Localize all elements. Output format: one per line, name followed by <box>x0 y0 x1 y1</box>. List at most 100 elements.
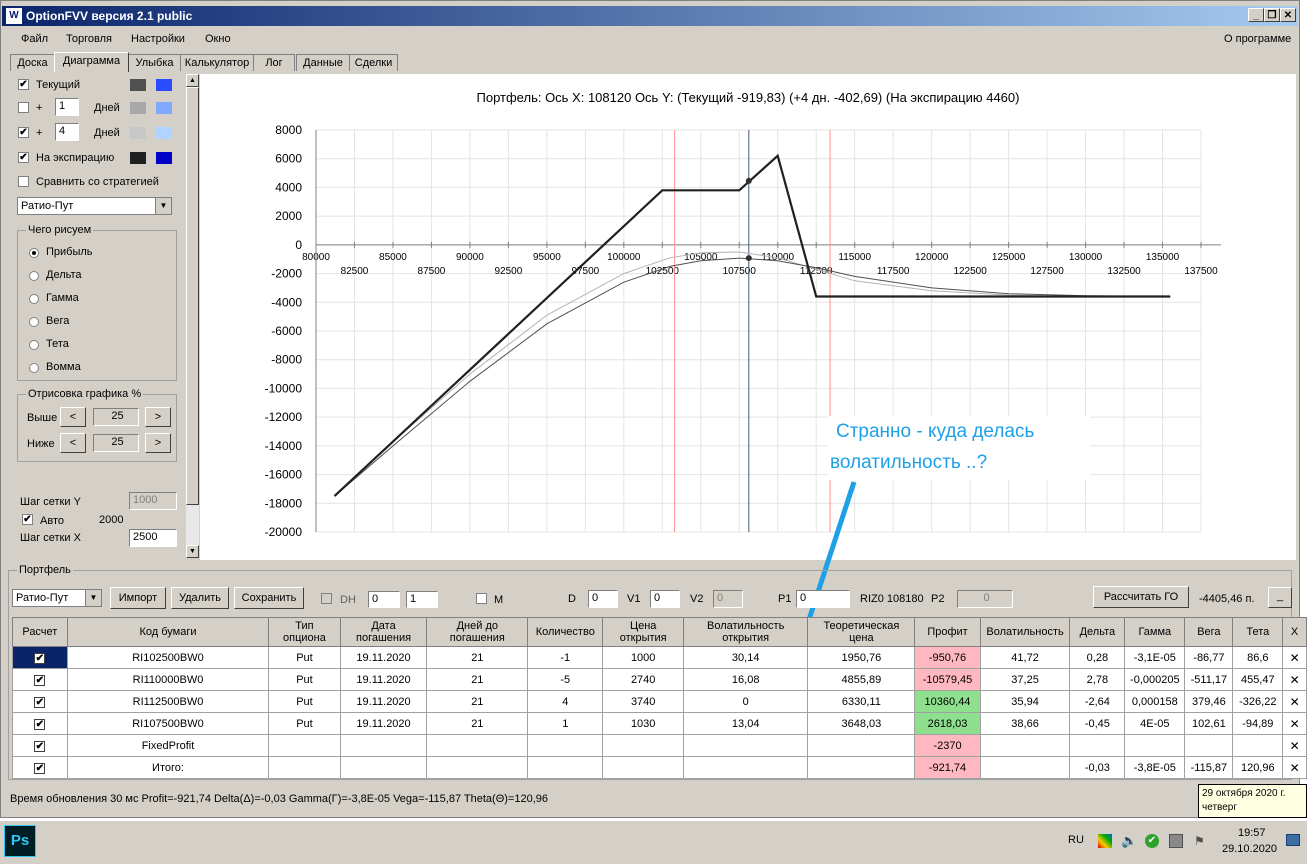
above-decrease-button[interactable]: < <box>60 407 86 427</box>
calc-checkbox[interactable]: ✔ <box>34 762 46 774</box>
column-header[interactable]: Волатильность <box>979 617 1071 647</box>
cell-delta[interactable]: -2,64 <box>1069 690 1126 713</box>
collapse-button[interactable]: _ <box>1268 587 1292 608</box>
m-checkbox[interactable] <box>476 593 487 604</box>
clock-date[interactable]: 29.10.2020 <box>1222 843 1277 855</box>
cell-qty[interactable]: 4 <box>527 690 604 713</box>
restore-button[interactable]: ❐ <box>1264 8 1280 22</box>
import-button[interactable]: Импорт <box>110 587 166 609</box>
below-value[interactable]: 25 <box>93 434 139 452</box>
cell-theo[interactable]: 1950,76 <box>807 646 916 669</box>
cell-date[interactable] <box>339 756 428 779</box>
cell-delta[interactable] <box>1069 734 1126 757</box>
cell-vol[interactable]: 41,72 <box>979 646 1071 669</box>
dh-spinner-1[interactable]: 0 <box>368 591 400 608</box>
above-increase-button[interactable]: > <box>145 407 171 427</box>
p1-input[interactable]: 0 <box>796 590 850 608</box>
tab-calculator[interactable]: Калькулятор <box>180 54 254 71</box>
cell-gamma[interactable]: -3,8E-05 <box>1124 756 1186 779</box>
left-panel-scrollbar[interactable]: ▲ ▼ <box>186 74 199 558</box>
language-indicator[interactable]: RU <box>1068 834 1084 846</box>
cell-code[interactable]: Итого: <box>66 756 270 779</box>
cell-type[interactable] <box>268 756 341 779</box>
table-row[interactable]: ✔ FixedProfit -2370 ✕ <box>12 734 1307 757</box>
menu-file[interactable]: Файл <box>21 33 48 45</box>
cell-type[interactable]: Put <box>268 668 341 691</box>
column-header[interactable]: Теоретическая цена <box>807 617 916 647</box>
cell-code[interactable]: RI102500BW0 <box>66 646 270 669</box>
menu-window[interactable]: Окно <box>205 33 231 45</box>
cell-vol[interactable]: 38,66 <box>979 712 1071 735</box>
radio-theta[interactable] <box>29 340 39 350</box>
cell-profit[interactable]: 2618,03 <box>914 712 981 735</box>
cell-price[interactable]: 3740 <box>602 690 684 713</box>
expiry-checkbox[interactable]: ✔ <box>18 152 29 163</box>
cell-vol[interactable] <box>979 734 1071 757</box>
calc-cell[interactable]: ✔ <box>12 734 68 757</box>
remove-row-button[interactable]: ✕ <box>1282 756 1307 779</box>
title-bar[interactable]: W OptionFVV версия 2.1 public _ ❐ ✕ <box>2 6 1298 26</box>
flag-tray-icon[interactable]: ⚑ <box>1194 833 1208 849</box>
cell-theta[interactable]: -94,89 <box>1232 712 1284 735</box>
column-header[interactable]: Код бумаги <box>66 617 270 647</box>
current-color-2[interactable] <box>156 79 172 91</box>
close-button[interactable]: ✕ <box>1280 8 1296 22</box>
column-header[interactable]: Волатильность открытия <box>682 617 809 647</box>
compare-checkbox[interactable] <box>18 176 29 187</box>
cell-vol_open[interactable] <box>682 734 809 757</box>
radio-delta[interactable] <box>29 271 39 281</box>
column-header[interactable]: Тета <box>1232 617 1284 647</box>
security-tray-icon[interactable]: ✔ <box>1145 834 1159 848</box>
scroll-down-icon[interactable]: ▼ <box>186 545 199 558</box>
calc-cell[interactable]: ✔ <box>12 690 68 713</box>
speaker-tray-icon[interactable]: 🔈 <box>1121 833 1137 849</box>
calc-checkbox[interactable]: ✔ <box>34 718 46 730</box>
grid-y-input[interactable]: 1000 <box>129 492 177 510</box>
column-header[interactable]: Расчет <box>12 617 68 647</box>
remove-row-button[interactable]: ✕ <box>1282 668 1307 691</box>
cell-vega[interactable] <box>1184 734 1234 757</box>
cell-theta[interactable]: 455,47 <box>1232 668 1284 691</box>
cell-gamma[interactable] <box>1124 734 1186 757</box>
cell-code[interactable]: RI110000BW0 <box>66 668 270 691</box>
column-header[interactable]: Профит <box>914 617 981 647</box>
tab-data[interactable]: Данные <box>296 54 350 71</box>
days1-input[interactable]: 1 <box>55 98 79 116</box>
calculate-go-button[interactable]: Рассчитать ГО <box>1093 586 1189 608</box>
network-tray-icon[interactable] <box>1169 834 1183 848</box>
calc-checkbox[interactable]: ✔ <box>34 740 46 752</box>
cell-type[interactable]: Put <box>268 712 341 735</box>
cell-vega[interactable]: -86,77 <box>1184 646 1234 669</box>
cell-vega[interactable]: -511,17 <box>1184 668 1234 691</box>
tab-log[interactable]: Лог <box>253 54 295 71</box>
cell-profit[interactable]: -10579,45 <box>914 668 981 691</box>
portfolio-strategy-select[interactable]: Ратио-Пут ▼ <box>12 589 102 607</box>
column-header[interactable]: Вега <box>1184 617 1234 647</box>
payoff-chart[interactable]: Портфель: Ось X: 108120 Ось Y: (Текущий … <box>200 74 1296 560</box>
below-decrease-button[interactable]: < <box>60 433 86 453</box>
dh-checkbox[interactable] <box>321 593 332 604</box>
cell-type[interactable]: Put <box>268 690 341 713</box>
compare-strategy-select[interactable]: Ратио-Пут ▼ <box>17 197 172 215</box>
cell-date[interactable]: 19.11.2020 <box>339 646 428 669</box>
p2-input[interactable]: 0 <box>957 590 1013 608</box>
cell-type[interactable] <box>268 734 341 757</box>
cell-price[interactable]: 1000 <box>602 646 684 669</box>
cell-price[interactable]: 1030 <box>602 712 684 735</box>
calc-cell[interactable]: ✔ <box>12 646 68 669</box>
delete-button[interactable]: Удалить <box>171 587 229 609</box>
calc-checkbox[interactable]: ✔ <box>34 674 46 686</box>
cell-code[interactable]: RI112500BW0 <box>66 690 270 713</box>
cell-gamma[interactable]: 4E-05 <box>1124 712 1186 735</box>
below-increase-button[interactable]: > <box>145 433 171 453</box>
cell-delta[interactable]: -0,45 <box>1069 712 1126 735</box>
calc-cell[interactable]: ✔ <box>12 756 68 779</box>
cell-days[interactable]: 21 <box>426 668 529 691</box>
table-row[interactable]: ✔ RI102500BW0 Put 19.11.2020 21 -1 1000 30,14 19… <box>12 646 1307 669</box>
menu-about[interactable]: О программе <box>1224 33 1291 45</box>
expiry-color-2[interactable] <box>156 152 172 164</box>
remove-row-button[interactable]: ✕ <box>1282 690 1307 713</box>
days2-color-1[interactable] <box>130 127 146 139</box>
tab-deals[interactable]: Сделки <box>349 54 398 71</box>
cell-qty[interactable]: 1 <box>527 712 604 735</box>
